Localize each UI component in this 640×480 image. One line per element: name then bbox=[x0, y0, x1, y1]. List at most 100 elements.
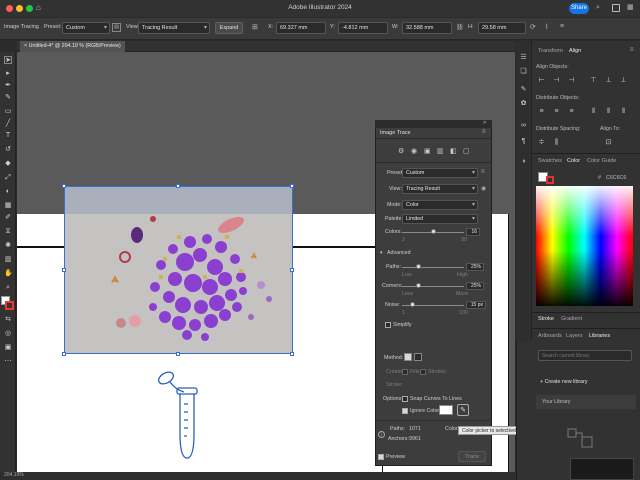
panel-drag-bar[interactable]: » bbox=[375, 120, 492, 128]
tab-gradient[interactable]: Gradient bbox=[561, 316, 582, 322]
library-search-input[interactable]: Search current library bbox=[538, 350, 632, 361]
traced-image[interactable] bbox=[64, 186, 293, 354]
h-field[interactable]: 29.58 mm bbox=[478, 22, 526, 34]
selection-handle[interactable] bbox=[176, 352, 180, 356]
w-field[interactable]: 32.588 mm bbox=[402, 22, 452, 34]
advanced-chevron-icon[interactable]: ▾ bbox=[380, 250, 383, 256]
eraser-tool-icon[interactable]: ◆ bbox=[4, 160, 12, 168]
screen-mode-icon[interactable]: ▣ bbox=[4, 344, 12, 352]
pen-tool-icon[interactable]: ✒ bbox=[4, 82, 12, 90]
align-right-icon[interactable]: ⊣ bbox=[567, 76, 576, 85]
distribute-top-icon[interactable]: ≡ bbox=[537, 107, 546, 116]
document-tab[interactable]: × Untitled-4* @ 204.19 % (RGB/Preview) bbox=[20, 41, 125, 52]
trace-panel-icon[interactable]: ▤ bbox=[112, 23, 121, 32]
distribute-hcenter-icon[interactable]: ⦀ bbox=[604, 107, 613, 116]
gradient-tool-icon[interactable]: ▦ bbox=[4, 202, 12, 210]
spacing-horizontal-icon[interactable]: ⫼ bbox=[552, 138, 561, 147]
selection-handle[interactable] bbox=[290, 268, 294, 272]
expand-button[interactable]: Expand bbox=[215, 22, 243, 34]
distribute-bottom-icon[interactable]: ≡ bbox=[567, 107, 576, 116]
view-dropdown[interactable]: Tracing Result bbox=[138, 22, 210, 34]
paths-slider-track[interactable] bbox=[402, 267, 464, 268]
black-white-icon[interactable]: ◧ bbox=[450, 147, 458, 155]
stroke-swatch[interactable] bbox=[5, 301, 14, 310]
abutting-method-icon[interactable] bbox=[404, 353, 412, 361]
selection-handle[interactable] bbox=[62, 184, 66, 188]
selection-tool-icon[interactable]: ➤ bbox=[4, 56, 12, 64]
constrain-proportions-icon[interactable]: ⛓ bbox=[456, 24, 464, 32]
tab-color[interactable]: Color bbox=[567, 158, 580, 164]
zoom-tool-icon[interactable]: ⌕ bbox=[4, 284, 12, 292]
tab-align[interactable]: Align bbox=[569, 48, 581, 54]
strokes-checkbox[interactable] bbox=[420, 369, 426, 375]
links-icon[interactable]: ∞ bbox=[519, 121, 528, 130]
tab-stroke[interactable]: Stroke bbox=[538, 316, 554, 322]
zoom-level[interactable]: 204.19% bbox=[4, 472, 24, 478]
overlapping-method-icon[interactable] bbox=[414, 353, 422, 361]
corners-slider-knob[interactable] bbox=[416, 283, 421, 288]
spacing-vertical-icon[interactable]: ≑ bbox=[537, 138, 546, 147]
low-color-icon[interactable]: ▣ bbox=[424, 147, 432, 155]
preset-dropdown[interactable]: Custom bbox=[62, 22, 110, 34]
selection-handle[interactable] bbox=[176, 184, 180, 188]
selection-handle[interactable] bbox=[62, 352, 66, 356]
high-color-icon[interactable]: ◉ bbox=[411, 147, 419, 155]
properties-icon[interactable]: ☰ bbox=[519, 53, 528, 62]
layers-icon[interactable]: ❏ bbox=[519, 67, 528, 76]
outline-icon[interactable]: ▢ bbox=[463, 147, 471, 155]
type-tool-icon[interactable]: T bbox=[4, 132, 12, 140]
curvature-tool-icon[interactable]: ✎ bbox=[4, 94, 12, 102]
align-bottom-icon[interactable]: ⊥ bbox=[619, 76, 628, 85]
selection-handle[interactable] bbox=[290, 184, 294, 188]
more-options-icon[interactable]: ≡ bbox=[560, 23, 570, 33]
eyedropper-icon[interactable]: ✎ bbox=[457, 404, 469, 416]
tube-illustration[interactable] bbox=[150, 368, 200, 464]
y-field[interactable]: -4.812 mm bbox=[338, 22, 388, 34]
ignore-color-checkbox[interactable] bbox=[402, 408, 408, 414]
arrange-icon[interactable]: ▦ bbox=[627, 3, 635, 11]
eyedropper-tool-icon[interactable]: ✐ bbox=[4, 214, 12, 222]
tab-layers[interactable]: Layers bbox=[566, 333, 583, 339]
panel-menu-icon[interactable]: ≡ bbox=[482, 129, 486, 135]
simplify-checkbox[interactable] bbox=[385, 322, 391, 328]
scale-tool-icon[interactable]: ⤢ bbox=[4, 174, 12, 182]
edit-toolbar-icon[interactable]: ⋯ bbox=[4, 358, 12, 366]
type-icon[interactable]: ¶ bbox=[519, 137, 528, 146]
create-library-button[interactable]: + Create new library bbox=[540, 379, 588, 385]
hex-value[interactable]: C6C6C6 bbox=[606, 175, 626, 181]
colors-value[interactable]: 16 bbox=[466, 228, 480, 236]
color-stroke-swatch[interactable] bbox=[546, 176, 554, 184]
symbols-icon[interactable]: ✿ bbox=[519, 99, 528, 108]
trace-button[interactable]: Trace bbox=[458, 451, 486, 462]
corners-value[interactable]: 25% bbox=[466, 282, 484, 290]
colors-slider-knob[interactable] bbox=[431, 229, 436, 234]
tab-swatches[interactable]: Swatches bbox=[538, 158, 562, 164]
symbol-sprayer-tool-icon[interactable]: ✺ bbox=[4, 242, 12, 250]
align-vcenter-icon[interactable]: ⊥ bbox=[604, 76, 613, 85]
preset-menu-icon[interactable]: ≡ bbox=[481, 169, 485, 175]
warp-icon[interactable]: ⌇ bbox=[545, 23, 555, 33]
trace-view-dropdown[interactable]: Tracing Result bbox=[402, 184, 478, 194]
distribute-right-icon[interactable]: ⦀ bbox=[619, 107, 628, 116]
selection-handle[interactable] bbox=[290, 352, 294, 356]
hand-tool-icon[interactable]: ✋ bbox=[4, 270, 13, 278]
ignore-color-swatch[interactable] bbox=[439, 405, 453, 415]
trace-palette-dropdown[interactable]: Limited bbox=[402, 214, 478, 224]
swap-colors-icon[interactable]: ⇆ bbox=[4, 316, 12, 324]
auto-color-icon[interactable]: ⚙ bbox=[398, 147, 406, 155]
tab-color-guide[interactable]: Color Guide bbox=[587, 158, 616, 164]
tab-transform[interactable]: Transform bbox=[538, 48, 563, 54]
corners-slider-track[interactable] bbox=[402, 286, 464, 287]
blend-tool-icon[interactable]: ⧖ bbox=[4, 228, 12, 236]
tab-libraries[interactable]: Libraries bbox=[589, 333, 610, 339]
draw-mode-icon[interactable]: ◎ bbox=[4, 330, 12, 338]
brush-icon[interactable]: ✎ bbox=[519, 85, 528, 94]
tab-artboards[interactable]: Artboards bbox=[538, 333, 562, 339]
distribute-left-icon[interactable]: ⦀ bbox=[589, 107, 598, 116]
trace-preset-dropdown[interactable]: Custom bbox=[402, 168, 478, 178]
info-icon[interactable]: i bbox=[378, 431, 385, 438]
selection-handle[interactable] bbox=[62, 268, 66, 272]
noise-slider-knob[interactable] bbox=[410, 302, 415, 307]
collapse-icon[interactable]: » bbox=[483, 120, 486, 126]
workspace-icon[interactable] bbox=[612, 4, 620, 12]
